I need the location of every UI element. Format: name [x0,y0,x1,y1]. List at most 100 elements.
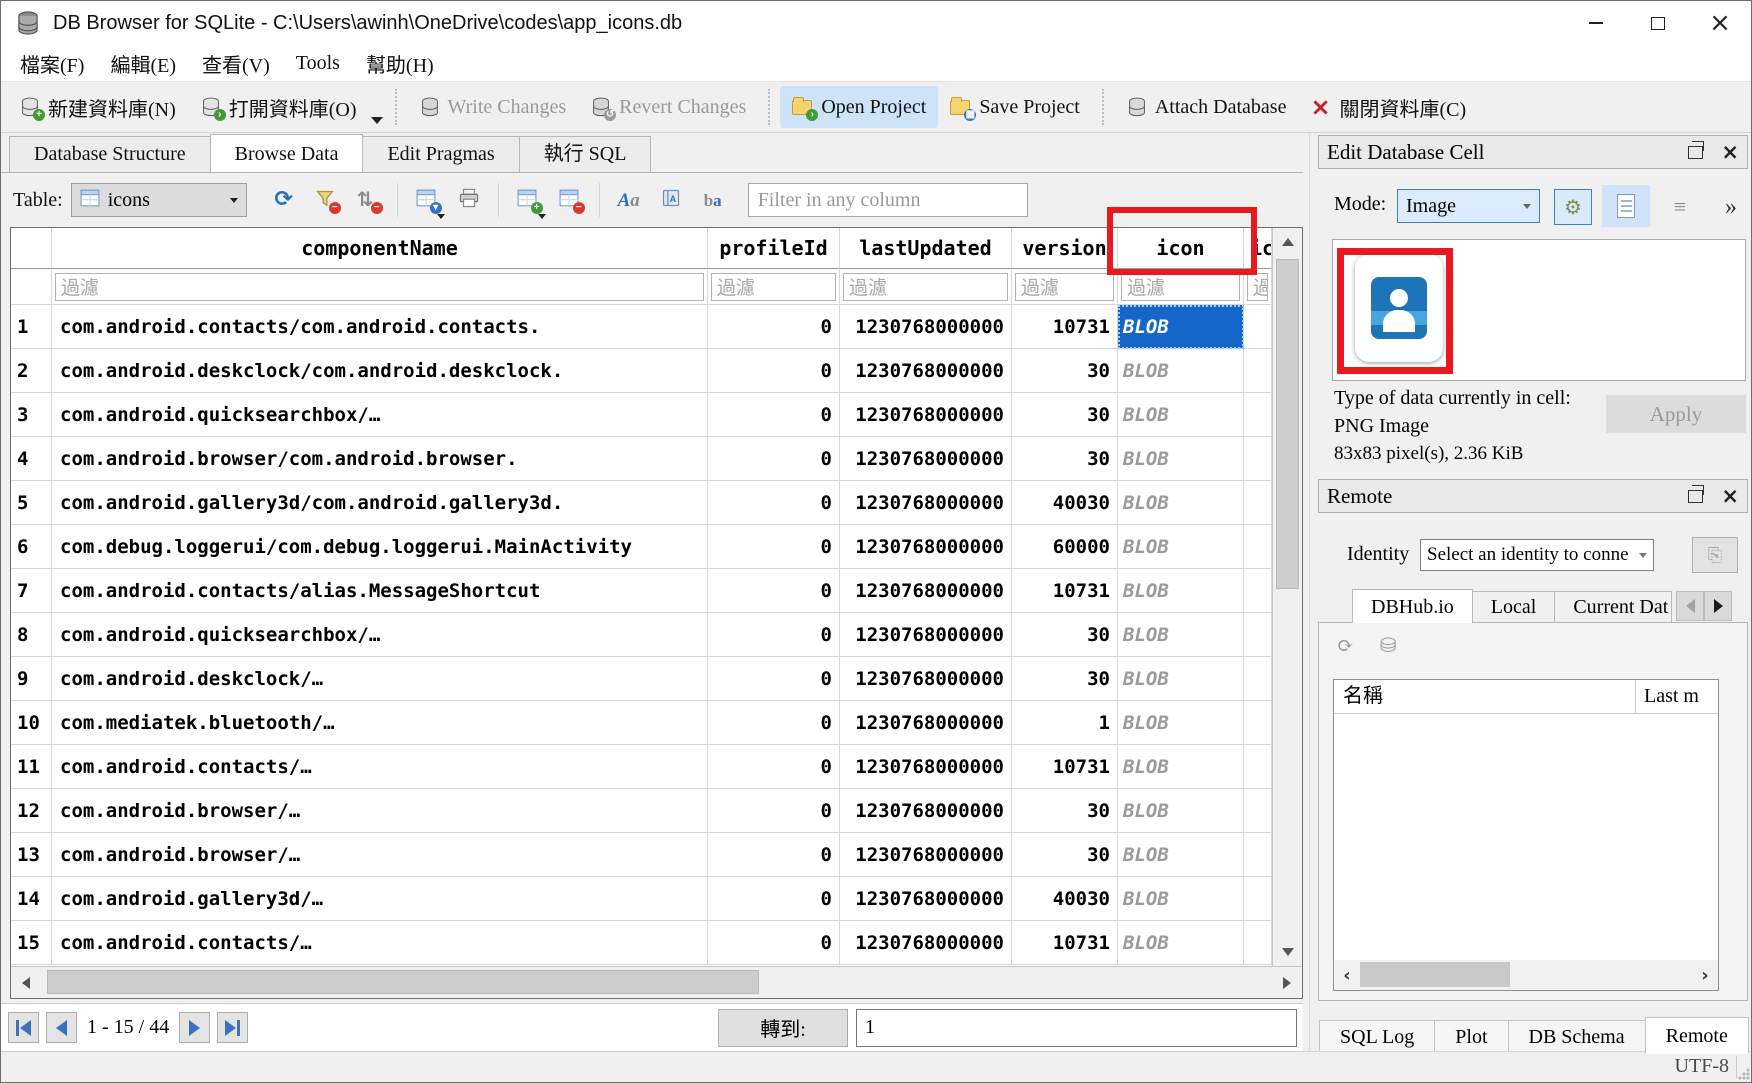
new-database-button[interactable]: +新建資料庫(N) [7,86,188,128]
cell-version[interactable]: 30 [1012,393,1118,437]
cell-profileId[interactable]: 0 [708,657,840,701]
cell-lastUpdated[interactable]: 1230768000000 [840,569,1012,613]
cell-lastUpdated[interactable]: 1230768000000 [840,305,1012,349]
cell-icon-blob[interactable]: BLOB [1118,877,1244,921]
dock-tab-sql-log[interactable]: SQL Log [1319,1020,1435,1054]
cell-profileId[interactable]: 0 [708,481,840,525]
open-database-button[interactable]: ›打開資料庫(O) [188,86,369,128]
cell-profileId[interactable]: 0 [708,393,840,437]
menu-item-4[interactable]: 幫助(H) [353,46,447,81]
dock-tab-db-schema[interactable]: DB Schema [1508,1020,1646,1054]
cell-componentName[interactable]: com.android.quicksearchbox/… [52,393,708,437]
tab-database-structure[interactable]: Database Structure [9,136,211,172]
cell-icon-blob[interactable]: BLOB [1118,921,1244,965]
tab-browse-data[interactable]: Browse Data [210,134,364,172]
horizontal-scrollbar-thumb[interactable] [47,970,759,994]
tab-edit-pragmas[interactable]: Edit Pragmas [362,136,519,172]
cell-profileId[interactable]: 0 [708,701,840,745]
last-page-button[interactable] [217,1012,248,1043]
refresh-button[interactable]: ⟳ [265,181,303,219]
cell-componentName[interactable]: com.android.contacts/… [52,745,708,789]
cell-profileId[interactable]: 0 [708,525,840,569]
close-panel-icon[interactable]: × [1721,486,1739,506]
cell-icon-blob[interactable]: BLOB [1118,701,1244,745]
cell-componentName[interactable]: com.android.gallery3d/com.android.galler… [52,481,708,525]
cell-icon-blob[interactable]: BLOB [1118,745,1244,789]
more-tools-button[interactable]: » [1714,189,1748,225]
cell-componentName[interactable]: com.android.contacts/alias.MessageShortc… [52,569,708,613]
resize-grip[interactable] [1738,1068,1750,1080]
column-header-name[interactable]: 名稱 [1334,680,1636,713]
cell-profileId[interactable]: 0 [708,877,840,921]
cell-icon-blob[interactable]: BLOB [1118,789,1244,833]
close-database-button[interactable]: ×關閉資料庫(C) [1298,86,1478,128]
cell-version[interactable]: 30 [1012,657,1118,701]
cell-componentName[interactable]: com.mediatek.bluetooth/… [52,701,708,745]
cell-icon-blob[interactable]: BLOB [1118,613,1244,657]
scroll-left-button[interactable]: ‹ [1334,960,1360,990]
cell-lastUpdated[interactable]: 1230768000000 [840,525,1012,569]
cell-icon-blob[interactable]: BLOB [1118,525,1244,569]
case-button[interactable]: ba [694,181,732,219]
auto-switch-mode-button[interactable]: ⚙ [1554,189,1592,225]
revert-changes-button[interactable]: ↺Revert Changes [578,86,758,128]
cell-version[interactable]: 30 [1012,833,1118,877]
dock-tab-plot[interactable]: Plot [1434,1020,1508,1054]
cell-icon-blob[interactable]: BLOB [1118,657,1244,701]
column-header-partial[interactable]: ic [1244,228,1272,269]
cell-version[interactable]: 40030 [1012,877,1118,921]
table-selector[interactable]: icons [71,183,247,217]
cell-componentName[interactable]: com.android.browser/… [52,789,708,833]
column-header-icon[interactable]: icon [1118,228,1244,269]
minimize-button[interactable] [1565,1,1627,45]
filter-input-profileId[interactable]: 過濾 [708,269,840,305]
tab-scroll-right-button[interactable] [1704,591,1732,621]
column-header-profileId[interactable]: profileId [708,228,840,269]
cell-icon-blob-selected[interactable]: BLOB [1118,305,1244,349]
remote-tab-dbhub[interactable]: DBHub.io [1352,589,1473,623]
cell-componentName[interactable]: com.android.deskclock/… [52,657,708,701]
cell-componentName[interactable]: com.android.quicksearchbox/… [52,613,708,657]
word-wrap-button[interactable]: ≡ [1662,189,1698,225]
cell-lastUpdated[interactable]: 1230768000000 [840,657,1012,701]
export-table-button[interactable]: ▾ [408,181,446,219]
cell-componentName[interactable]: com.android.browser/… [52,833,708,877]
blob-image-thumbnail[interactable] [1355,254,1443,362]
cell-lastUpdated[interactable]: 1230768000000 [840,789,1012,833]
remote-tab-current-database[interactable]: Current Dat [1554,591,1672,623]
font-format-button[interactable]: Aa [610,181,648,219]
remote-list-scrollbar[interactable]: ‹ › [1334,960,1718,990]
menu-item-1[interactable]: 編輯(E) [97,46,189,81]
save-project-button[interactable]: ▦Save Project [938,86,1092,128]
scroll-right-button[interactable] [1272,967,1302,998]
scroll-right-button[interactable]: › [1692,960,1718,990]
cell-lastUpdated[interactable]: 1230768000000 [840,833,1012,877]
cell-version[interactable]: 30 [1012,613,1118,657]
cell-profileId[interactable]: 0 [708,789,840,833]
write-changes-button[interactable]: Write Changes [407,86,579,128]
filter-input-componentName[interactable]: 過濾 [52,269,708,305]
remote-refresh-icon[interactable]: ⟳ [1337,633,1354,658]
cell-profileId[interactable]: 0 [708,437,840,481]
insert-record-button[interactable]: + [509,181,547,219]
print-button[interactable] [450,181,488,219]
cell-lastUpdated[interactable]: 1230768000000 [840,745,1012,789]
column-header-lastUpdated[interactable]: lastUpdated [840,228,1012,269]
cell-profileId[interactable]: 0 [708,305,840,349]
remote-clone-database-icon[interactable]: ⛁ [1380,633,1397,658]
filter-input-ic[interactable]: 過濾 [1244,269,1272,305]
filter-input-lastUpdated[interactable]: 過濾 [840,269,1012,305]
close-button[interactable]: × [1689,1,1751,45]
scrollbar-thumb[interactable] [1360,962,1510,987]
cell-componentName[interactable]: com.android.deskclock/com.android.deskcl… [52,349,708,393]
filter-input-version[interactable]: 過濾 [1012,269,1118,305]
float-panel-icon[interactable] [1688,146,1703,159]
cell-lastUpdated[interactable]: 1230768000000 [840,701,1012,745]
open-project-button[interactable]: ›Open Project [780,86,938,128]
encoding-button[interactable]: A [652,181,690,219]
cell-lastUpdated[interactable]: 1230768000000 [840,437,1012,481]
cell-lastUpdated[interactable]: 1230768000000 [840,921,1012,965]
cell-icon-blob[interactable]: BLOB [1118,569,1244,613]
identity-selector[interactable]: Select an identity to conne [1420,539,1654,571]
open-database-dropdown[interactable] [369,86,385,128]
